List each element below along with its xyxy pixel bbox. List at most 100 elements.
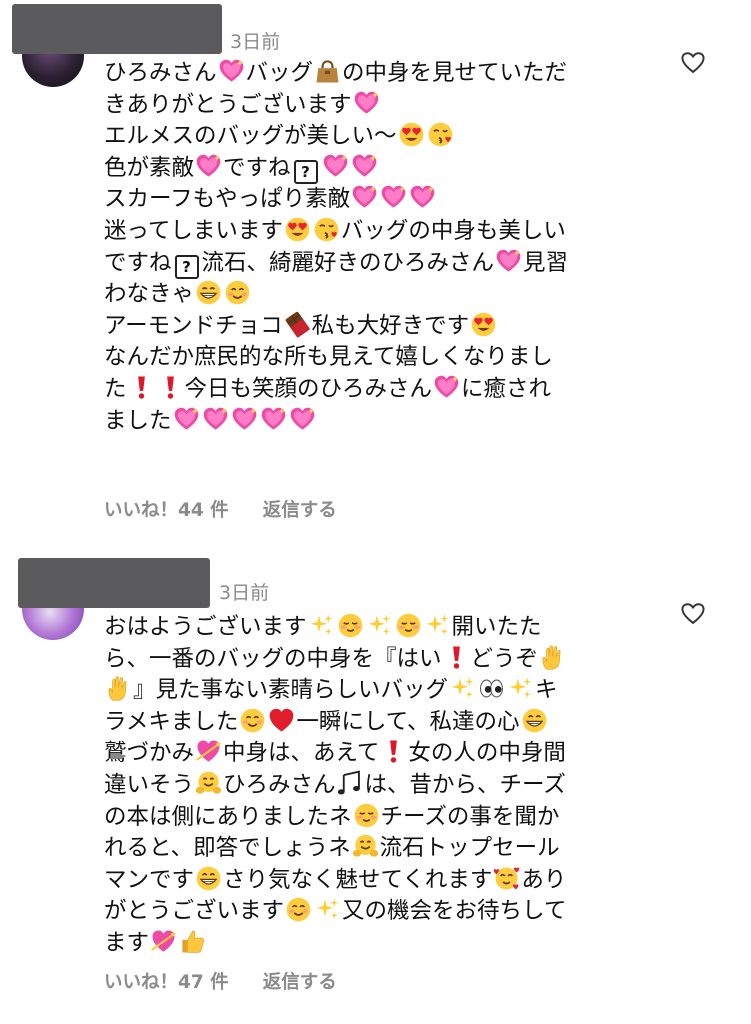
- comment-text: エルメスのバッグが美しい〜: [104, 123, 397, 150]
- sparkle-heart-icon: [323, 154, 347, 177]
- sparkle-heart-icon: [174, 407, 198, 430]
- heart-eyes-icon: [399, 122, 423, 147]
- comment-line: おはようございます 開いたた: [104, 612, 644, 644]
- comment-text: 流石トップセール: [379, 835, 560, 862]
- sparkles-icon: [316, 898, 339, 920]
- blush-icon: [353, 802, 379, 828]
- comment-line: マンです さり気なく魅せてくれます あり: [104, 865, 644, 897]
- comment-text: ですね: [104, 249, 172, 276]
- comment-text: ます: [104, 929, 150, 956]
- comment-line: た 今日も笑顔のひろみさん に癒され: [104, 374, 644, 406]
- comment-text: なんだか庶民的な所も見えて嬉しくなりまし: [104, 344, 553, 371]
- comment-line: 違いそう ひろみさん は、昔から、チーズ: [104, 770, 644, 802]
- comment-text: キ: [535, 677, 558, 704]
- comment-text: がとうございます: [104, 898, 285, 925]
- sparkle-heart-icon: [196, 154, 221, 177]
- hug-icon: [195, 770, 223, 795]
- comment-time: 3日前: [219, 582, 270, 604]
- comment-line: ひろみさん バッグ の中身を見せていただ: [104, 58, 644, 90]
- red-heart-icon: [270, 708, 294, 732]
- comment-text: た: [104, 375, 127, 402]
- sparkle-heart-icon: [381, 186, 406, 208]
- exclaim-icon: [390, 740, 398, 764]
- comment-line: の本は側にありましたネ チーズの事を聞か: [104, 802, 644, 834]
- sparkles-icon: [368, 614, 390, 635]
- grin-icon: [521, 707, 547, 733]
- comment-text: チーズの事を聞か: [380, 803, 560, 830]
- hearts-face-icon: [493, 866, 521, 891]
- sparkles-icon: [426, 614, 448, 635]
- comment-text: わなきゃ: [104, 281, 195, 308]
- comment-actions: いいね！44 件 返信する: [104, 496, 337, 522]
- grin-icon: [195, 280, 222, 306]
- like-count[interactable]: いいね！44 件: [104, 500, 229, 521]
- sparkle-heart-icon: [232, 407, 256, 430]
- comment-line: ました: [104, 406, 644, 438]
- sparkle-heart-icon: [219, 59, 243, 82]
- comment-actions: いいね！47 件 返信する: [104, 968, 337, 994]
- exclaim-icon: [166, 376, 174, 399]
- sparkles-icon: [451, 677, 474, 698]
- reply-button[interactable]: 返信する: [263, 972, 337, 993]
- comment-text: ました: [104, 407, 172, 434]
- kiss-face-icon: [313, 216, 340, 243]
- comment-text: 又の機会をお待ちして: [342, 898, 567, 925]
- comment-text: の中身を見せていただ: [342, 60, 568, 86]
- comment-line: ます: [104, 928, 644, 960]
- like-heart-icon[interactable]: [680, 50, 706, 76]
- comment-text: バッグ: [245, 60, 314, 86]
- comment-line: アーモンドチョコ 私も大好きです: [104, 310, 644, 343]
- comment-line: きありがとうございます: [104, 90, 644, 122]
- like-heart-icon[interactable]: [680, 601, 706, 627]
- comment-text: どうぞ: [470, 645, 539, 672]
- comment-text: 色が素敵: [104, 154, 195, 181]
- handbag-icon: [315, 60, 340, 84]
- comment-line: ですね? 流石、綺麗好きのひろみさん 見習: [104, 248, 644, 280]
- username-redacted[interactable]: [18, 558, 210, 608]
- heart-arrow-icon: [195, 739, 222, 764]
- grin-icon: [195, 865, 222, 891]
- hug-icon: [351, 834, 379, 858]
- heart-eyes-icon: [285, 217, 310, 242]
- comment-text: ですね: [223, 154, 291, 181]
- comment-line: なんだか庶民的な所も見えて嬉しくなりまし: [104, 342, 644, 374]
- comment-line: がとうございます 又の機会をお待ちして: [104, 896, 644, 928]
- sparkles-icon: [509, 677, 532, 698]
- sparkle-heart-icon: [290, 407, 314, 430]
- sparkle-heart-icon: [410, 186, 435, 208]
- comment-line: ラメキました 一瞬にして、私達の心: [104, 707, 644, 739]
- sparkle-heart-icon: [434, 375, 459, 398]
- smile-icon: [224, 280, 251, 306]
- comment-text: 中身は、あえて: [223, 740, 380, 767]
- sparkle-heart-icon: [261, 407, 285, 430]
- sparkles-icon: [310, 614, 332, 635]
- comment-text: 女の人の中身間: [408, 740, 566, 767]
- comment-body: おはようございます 開いたた ら、一番のバッグの中身を『はい どうぞ 』見た事ない素晴ら…: [104, 612, 644, 960]
- comment-text: の本は側にありましたネ: [104, 803, 352, 830]
- eyes-icon: [480, 679, 503, 698]
- comment-text: 今日も笑顔のひろみさん: [184, 375, 433, 402]
- comment-text: きありがとうございます: [104, 91, 352, 118]
- comment-text: さり気なく魅せてくれます: [223, 866, 493, 893]
- comment-line: わなきゃ: [104, 279, 644, 311]
- comment-text: 』見た事ない素晴らしいバッグ: [133, 677, 449, 704]
- blush-icon: [337, 612, 363, 639]
- sparkle-heart-icon: [203, 407, 227, 430]
- comment-line: 』見た事ない素晴らしいバッグ キ: [104, 675, 644, 707]
- sparkle-heart-icon: [496, 249, 521, 272]
- unknown-glyph-icon: ?: [174, 254, 199, 279]
- chocolate-icon: [284, 310, 311, 338]
- blush-icon: [395, 612, 421, 639]
- sparkle-heart-icon: [352, 154, 376, 177]
- comment-text: マンです: [104, 866, 195, 893]
- like-count[interactable]: いいね！47 件: [104, 972, 229, 993]
- reply-button[interactable]: 返信する: [263, 500, 337, 521]
- raised-hand-icon: [108, 676, 127, 701]
- comment-text: バッグの中身も美しい: [340, 217, 566, 244]
- comment-text: 一瞬にして、私達の心: [296, 708, 520, 735]
- notes-icon: [336, 770, 361, 796]
- comment-text: ひろみさん: [104, 60, 217, 86]
- comment-text: 流石、綺麗好きのひろみさん: [201, 249, 495, 276]
- comment-text: 迷ってしまいます: [104, 217, 283, 244]
- username-redacted[interactable]: [12, 4, 222, 54]
